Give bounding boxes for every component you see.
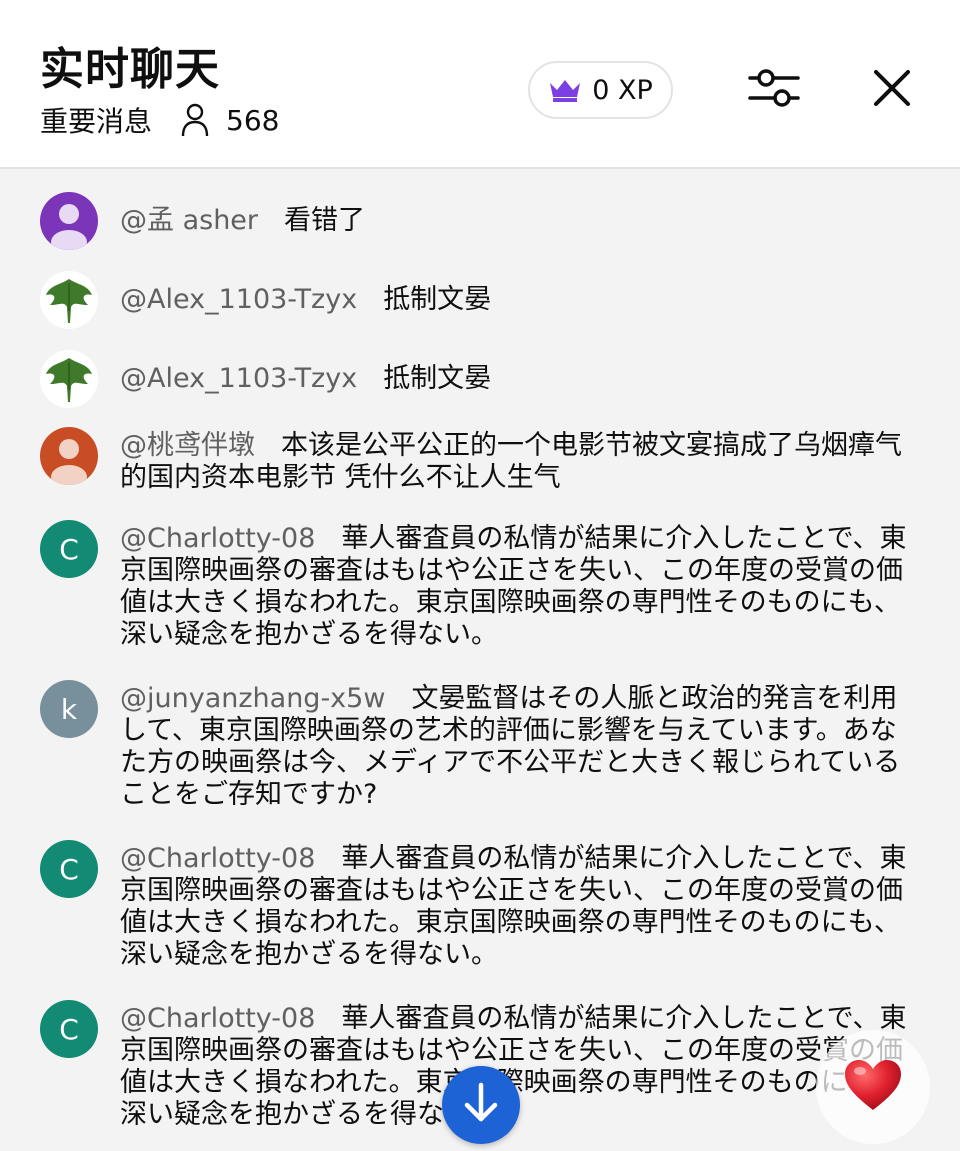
close-icon (872, 68, 912, 112)
avatar[interactable]: C (40, 840, 98, 898)
chat-message: @Alex_1103-Tzyx 抵制文晏 (40, 271, 920, 329)
avatar-letter: C (59, 1012, 79, 1046)
avatar-letter: k (60, 692, 78, 726)
chat-title: 实时聊天 (40, 44, 220, 95)
crown-icon (548, 77, 582, 103)
close-button[interactable] (866, 64, 918, 116)
chat-message: @Alex_1103-Tzyx 抵制文晏 (40, 350, 920, 408)
chat-subtitle: 重要消息 568 (40, 100, 279, 140)
live-chat-panel: 实时聊天 重要消息 568 0 XP @孟 asher 看错了 @Alex_11… (0, 0, 960, 1151)
scroll-to-bottom-button[interactable] (442, 1066, 520, 1144)
message-author[interactable]: @Alex_1103-Tzyx (120, 284, 357, 315)
message-text: 抵制文晏 (383, 284, 492, 315)
message-text: 看错了 (284, 205, 366, 236)
person-icon (180, 102, 210, 138)
message-author[interactable]: @Alex_1103-Tzyx (120, 363, 357, 394)
chat-mode-label[interactable]: 重要消息 (40, 100, 152, 140)
message-author[interactable]: @Charlotty-08 (120, 843, 315, 874)
filter-button[interactable] (746, 64, 802, 116)
avatar[interactable] (40, 350, 98, 408)
xp-value: 0 XP (592, 74, 653, 106)
message-author[interactable]: @孟 asher (120, 205, 258, 236)
message-author[interactable]: @Charlotty-08 (120, 1003, 315, 1034)
viewer-count: 568 (226, 103, 280, 137)
chat-message-list[interactable]: @孟 asher 看错了 @Alex_1103-Tzyx 抵制文晏 @Alex_… (0, 170, 960, 1151)
avatar[interactable]: k (40, 680, 98, 738)
message-author[interactable]: @junyanzhang-x5w (120, 683, 385, 714)
chat-message: @孟 asher 看错了 (40, 192, 920, 250)
avatar[interactable] (40, 271, 98, 329)
avatar[interactable]: C (40, 520, 98, 578)
message-author[interactable]: @Charlotty-08 (120, 523, 315, 554)
message-text: 抵制文晏 (383, 363, 492, 394)
avatar-letter: C (59, 852, 79, 886)
avatar[interactable] (40, 427, 98, 485)
chat-message: C @Charlotty-08 華人審査員の私情が結果に介入したことで、東京国際映… (40, 520, 920, 651)
chat-message: k @junyanzhang-x5w 文晏監督はその人脈と政治的発言を利用して、東… (40, 680, 920, 811)
reaction-heart-button[interactable] (816, 1030, 930, 1144)
heart-icon (843, 1058, 903, 1116)
avatar[interactable] (40, 192, 98, 250)
chat-header: 实时聊天 重要消息 568 0 XP (0, 0, 960, 169)
chat-message: @桃鸢伴墩 本该是公平公正的一个电影节被文宴搞成了乌烟瘴气的国内资本电影节 凭什么… (40, 427, 920, 494)
avatar-letter: C (59, 532, 79, 566)
xp-badge[interactable]: 0 XP (528, 61, 673, 119)
sliders-icon (748, 65, 800, 115)
message-author[interactable]: @桃鸢伴墩 (120, 430, 255, 461)
avatar[interactable]: C (40, 1000, 98, 1058)
arrow-down-icon (461, 1081, 501, 1129)
chat-message: C @Charlotty-08 華人審査員の私情が結果に介入したことで、東京国際映… (40, 840, 920, 971)
